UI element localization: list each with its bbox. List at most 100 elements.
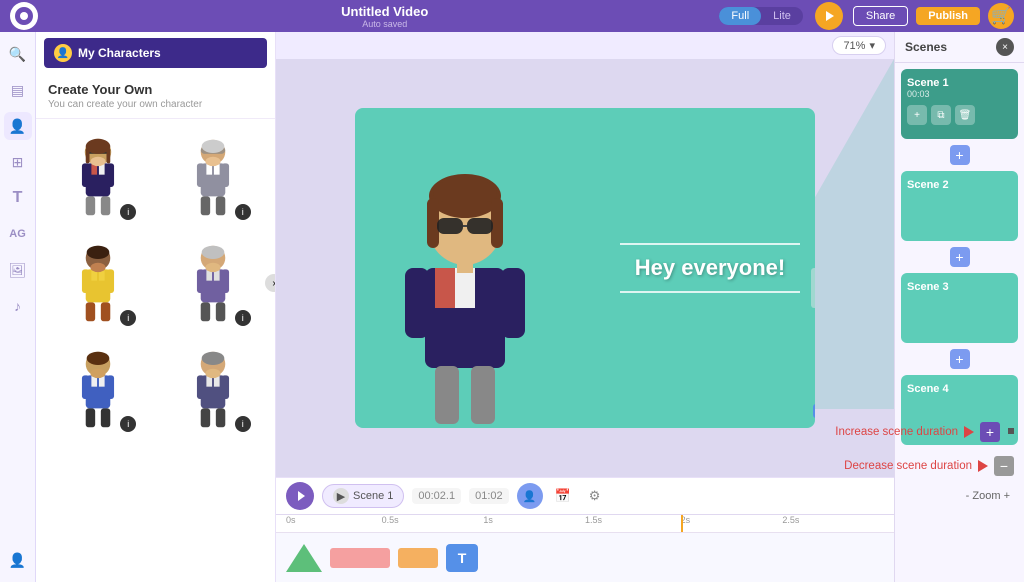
scene-line-top: [620, 243, 800, 245]
track-bar-2[interactable]: [398, 548, 438, 568]
scene-label: Scene 1: [353, 490, 393, 502]
scene-thumb-1[interactable]: Scene 1 00:03 + ⧉ 🗑: [901, 69, 1018, 139]
music-icon[interactable]: ♪: [4, 292, 32, 320]
scene-1-label: Scene 1: [907, 77, 1012, 89]
canvas-area: 71% ▾: [276, 32, 894, 582]
character-badge-2: i: [235, 204, 251, 220]
ruler-25s: 2.5s: [782, 515, 799, 525]
timeline-play-button[interactable]: [286, 482, 314, 510]
main-area: 🔍 ▤ 👤 ⊞ T AG 🖼 ♪ 👤 👤 My Characters Creat…: [0, 32, 1024, 582]
character-figure-1: i: [58, 132, 138, 222]
character-badge-4: i: [235, 310, 251, 326]
image-icon[interactable]: 🖼: [4, 256, 32, 284]
character-item-5[interactable]: i: [44, 339, 153, 439]
scene-add-after-3[interactable]: +: [950, 349, 970, 369]
scene-4-label: Scene 4: [907, 383, 1012, 395]
scene-1-time: 00:03: [907, 89, 1012, 99]
scene-character-svg: [375, 118, 555, 428]
timeline-camera-icon[interactable]: ⚙: [583, 484, 607, 508]
scene-selector[interactable]: ▶ Scene 1: [322, 484, 404, 508]
ruler-0s: 0s: [286, 515, 296, 525]
scene-thumb-3[interactable]: Scene 3: [901, 273, 1018, 343]
character-badge-3: i: [120, 310, 136, 326]
timeline-play-icon: [298, 491, 305, 501]
publish-button[interactable]: Publish: [916, 7, 980, 25]
create-own-subtitle: You can create your own character: [48, 99, 263, 110]
characters-icon[interactable]: 👤: [4, 112, 32, 140]
canvas-stage[interactable]: Hey everyone!: [276, 59, 894, 477]
scenes-close-button[interactable]: ×: [996, 38, 1014, 56]
play-triangle-icon: [826, 11, 834, 21]
scene-1-add[interactable]: +: [907, 105, 927, 125]
left-icon-sidebar: 🔍 ▤ 👤 ⊞ T AG 🖼 ♪ 👤: [0, 32, 36, 582]
scene-2-label: Scene 2: [907, 179, 1012, 191]
mode-lite-button[interactable]: Lite: [761, 7, 803, 25]
topbar: Untitled Video Auto saved Full Lite Shar…: [0, 0, 1024, 32]
ruler-05s: 0.5s: [382, 515, 399, 525]
video-title: Untitled Video: [50, 4, 719, 19]
share-button[interactable]: Share: [853, 6, 908, 26]
scene-play-icon: ▶: [333, 488, 349, 504]
layout-icon[interactable]: ⊞: [4, 148, 32, 176]
character-figure-5: i: [58, 344, 138, 434]
my-characters-header[interactable]: 👤 My Characters: [44, 38, 267, 68]
character-item-3[interactable]: i: [44, 233, 153, 333]
ruler-marks: 0s 0.5s 1s 1.5s 2s 2.5s: [286, 515, 884, 533]
character-panel: 👤 My Characters Create Your Own You can …: [36, 32, 276, 582]
video-subtitle: Auto saved: [50, 19, 719, 29]
character-figure-2: i: [173, 132, 253, 222]
scene-1-copy[interactable]: ⧉: [931, 105, 951, 125]
increase-duration-button[interactable]: +: [980, 422, 1000, 442]
search-icon[interactable]: 🔍: [4, 40, 32, 68]
title-area: Untitled Video Auto saved: [50, 4, 719, 29]
character-item-2[interactable]: i: [159, 127, 268, 227]
scene-thumb-2[interactable]: Scene 2: [901, 171, 1018, 241]
character-item-4[interactable]: i: [159, 233, 268, 333]
ag-icon[interactable]: AG: [4, 220, 32, 248]
ruler-15s: 1.5s: [585, 515, 602, 525]
character-figure-6: i: [173, 344, 253, 434]
scenes-title: Scenes: [905, 40, 947, 54]
character-panel-expand[interactable]: ›: [265, 274, 276, 292]
ruler-1s: 1s: [483, 515, 493, 525]
character-grid: i: [36, 119, 275, 447]
cart-icon[interactable]: 🛒: [988, 3, 1014, 29]
preview-play-button[interactable]: [815, 2, 843, 30]
create-own-title: Create Your Own: [48, 82, 263, 97]
character-figure-3: i: [58, 238, 138, 328]
timeline-ruler: 0s 0.5s 1s 1.5s 2s 2.5s: [276, 514, 894, 532]
scene-add-after-1[interactable]: +: [950, 145, 970, 165]
text-icon[interactable]: T: [4, 184, 32, 212]
create-own-section: Create Your Own You can create your own …: [36, 74, 275, 119]
timeline-avatar[interactable]: 👤: [517, 483, 543, 509]
character-item-6[interactable]: i: [159, 339, 268, 439]
character-badge-6: i: [235, 416, 251, 432]
main-scene-card: Hey everyone!: [355, 108, 815, 428]
track-text-block[interactable]: T: [446, 544, 478, 572]
avatar-bottom-icon[interactable]: 👤: [4, 546, 32, 574]
character-item-1[interactable]: i: [44, 127, 153, 227]
scene-thumb-4[interactable]: Scene 4: [901, 375, 1018, 445]
zoom-control[interactable]: 71% ▾: [832, 36, 886, 55]
scene-1-delete[interactable]: 🗑: [955, 105, 975, 125]
zoom-value: 71%: [843, 40, 865, 52]
scene-resize-handle[interactable]: [811, 268, 815, 308]
user-icon: 👤: [54, 44, 72, 62]
scene-line-bottom: [620, 291, 800, 293]
logo[interactable]: [10, 2, 38, 30]
timeline-calendar-icon[interactable]: 📅: [551, 484, 575, 508]
track-bar-1[interactable]: [330, 548, 390, 568]
scene-main-text: Hey everyone!: [620, 255, 800, 281]
scene-anchor-handle[interactable]: [813, 404, 815, 418]
scene-add-after-2[interactable]: +: [950, 247, 970, 267]
track-shape-element[interactable]: [286, 544, 322, 572]
sidebar-icon-2[interactable]: ▤: [4, 76, 32, 104]
scene-character: [375, 118, 555, 428]
timeline-controls: ▶ Scene 1 00:02.1 01:02 👤 📅 ⚙: [276, 477, 894, 514]
canvas-toolbar: 71% ▾: [276, 32, 894, 59]
mode-full-button[interactable]: Full: [719, 7, 761, 25]
time-total: 01:02: [469, 488, 509, 504]
time-current: 00:02.1: [412, 488, 461, 504]
character-figure-4: i: [173, 238, 253, 328]
decrease-duration-button[interactable]: −: [994, 456, 1014, 476]
